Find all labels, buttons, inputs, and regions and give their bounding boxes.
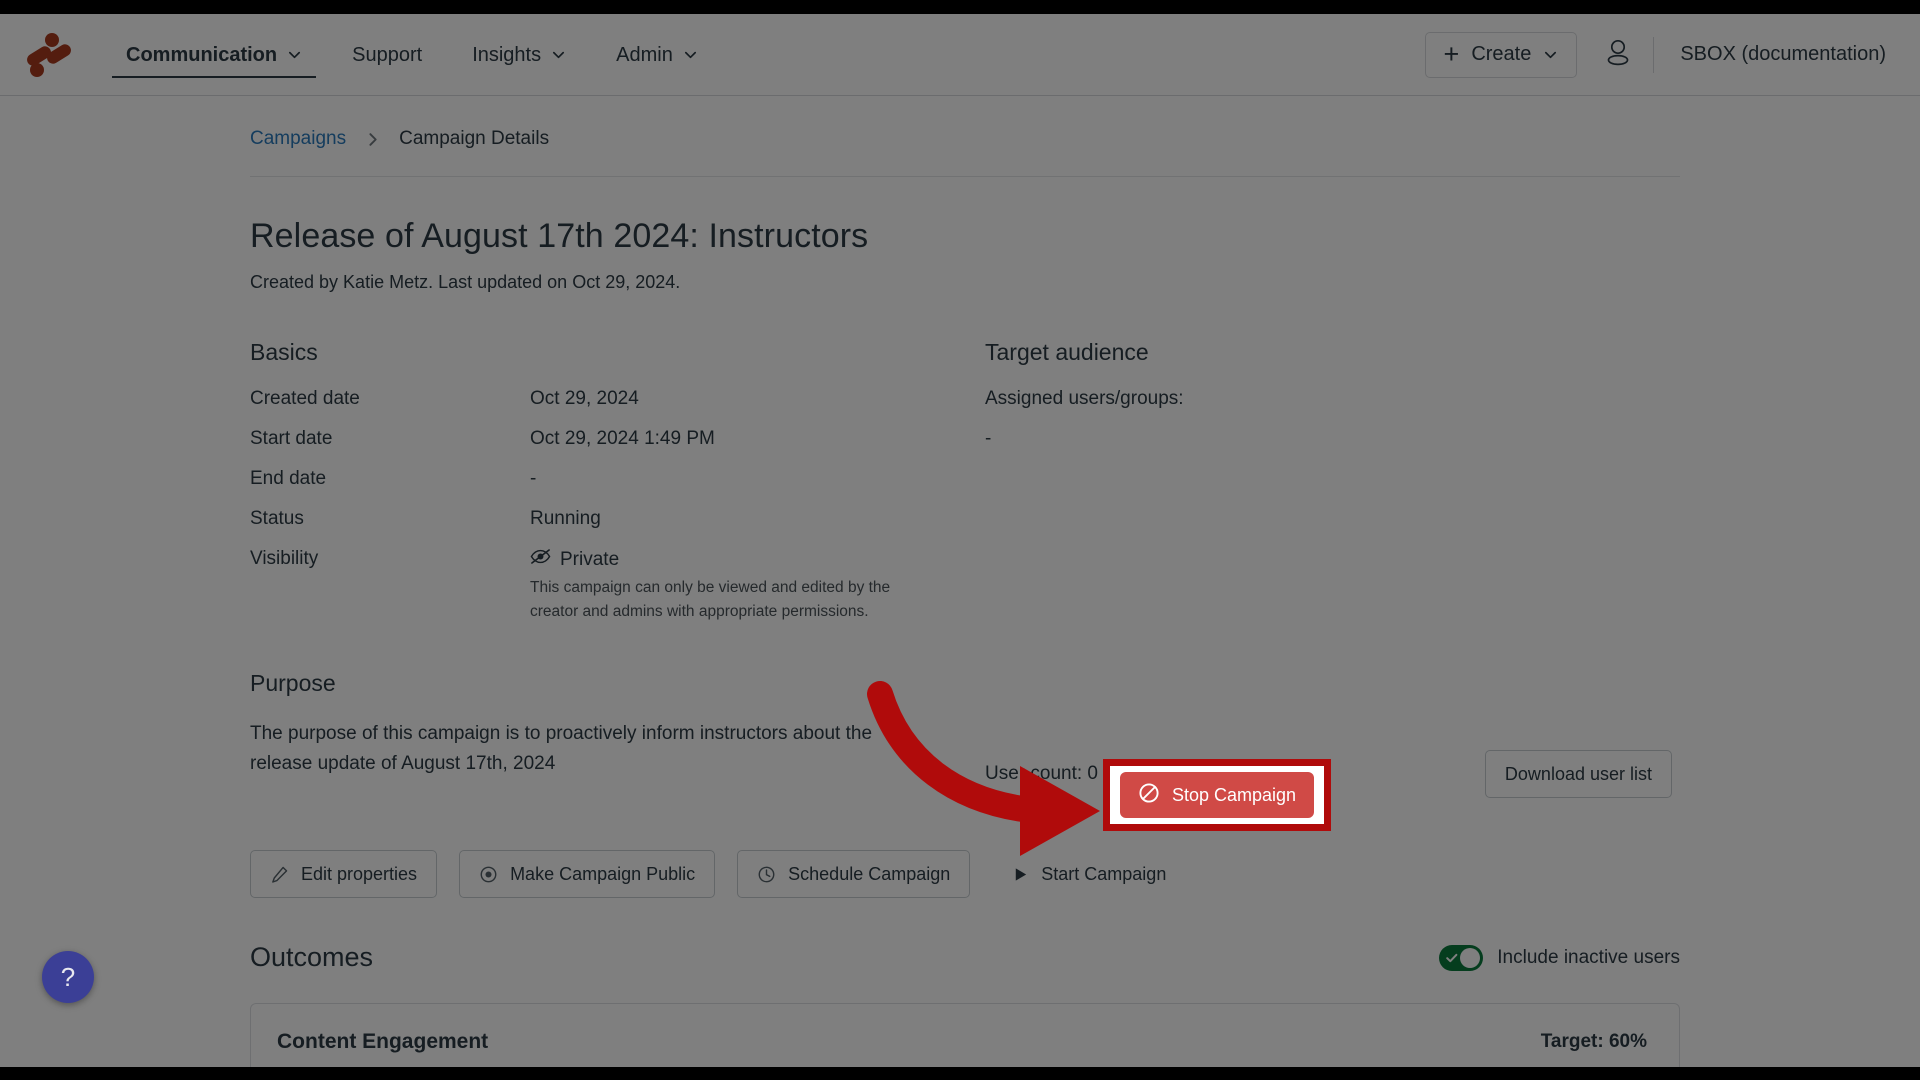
account-avatar-icon[interactable] bbox=[1605, 38, 1631, 71]
question-mark-icon: ? bbox=[60, 961, 76, 992]
make-campaign-public-button[interactable]: Make Campaign Public bbox=[459, 850, 716, 898]
nav-item-admin[interactable]: Admin bbox=[602, 14, 712, 96]
include-inactive-users-toggle[interactable] bbox=[1439, 944, 1484, 971]
start-campaign-button[interactable]: Start Campaign bbox=[992, 850, 1186, 898]
purpose-section: Purpose The purpose of this campaign is … bbox=[250, 670, 985, 779]
basics-row-end-date: End date - bbox=[250, 468, 985, 490]
content-engagement-target: Target: 60% bbox=[1540, 1031, 1647, 1052]
nav-item-communication-label: Communication bbox=[126, 43, 278, 66]
content-engagement-card: Content Engagement Target: 60% % Message… bbox=[250, 1003, 1680, 1067]
nav-item-insights-label: Insights bbox=[472, 43, 542, 66]
no-entry-icon bbox=[1138, 782, 1160, 809]
assigned-users-row: Assigned users/groups: bbox=[985, 388, 1680, 410]
breadcrumb: Campaigns Campaign Details bbox=[250, 96, 1680, 176]
navbar-right: + Create SBOX (documentation) bbox=[1424, 31, 1886, 78]
basics-row-start-date: Start date Oct 29, 2024 1:49 PM bbox=[250, 428, 985, 450]
breadcrumb-current: Campaign Details bbox=[399, 128, 550, 149]
help-button[interactable]: ? bbox=[42, 951, 94, 1003]
content-engagement-title: Content Engagement bbox=[277, 1030, 489, 1053]
nav-item-support[interactable]: Support bbox=[338, 14, 436, 96]
content-engagement-card-header: Content Engagement Target: 60% bbox=[277, 1030, 1647, 1054]
basics-label: Start date bbox=[250, 428, 333, 449]
target-audience-heading: Target audience bbox=[985, 339, 1149, 365]
breadcrumb-campaigns-link[interactable]: Campaigns bbox=[250, 128, 346, 150]
account-name: SBOX (documentation) bbox=[1680, 43, 1886, 65]
app-logo[interactable] bbox=[22, 32, 76, 78]
make-campaign-public-label: Make Campaign Public bbox=[510, 863, 696, 884]
chevron-down-icon bbox=[683, 47, 698, 62]
app-page: Communication Support Insights Admin + C… bbox=[0, 14, 1920, 1067]
schedule-campaign-label: Schedule Campaign bbox=[788, 863, 951, 884]
outcomes-header-row: Outcomes Include inactive users bbox=[250, 942, 1680, 973]
basics-value: Running bbox=[530, 508, 601, 529]
details-columns: Basics Created date Oct 29, 2024 Start d… bbox=[250, 339, 1680, 798]
chevron-down-icon bbox=[287, 47, 302, 62]
purpose-heading: Purpose bbox=[250, 670, 336, 697]
include-inactive-users-label: Include inactive users bbox=[1497, 946, 1680, 968]
include-inactive-users-toggle-group[interactable]: Include inactive users bbox=[1439, 944, 1680, 971]
check-icon bbox=[1445, 951, 1459, 970]
user-count-row: User count: 0 (Includes inactive users) … bbox=[985, 750, 1680, 798]
edit-properties-label: Edit properties bbox=[301, 863, 418, 884]
stop-campaign-highlight: Stop Campaign bbox=[1103, 759, 1331, 831]
stop-campaign-button[interactable]: Stop Campaign bbox=[1119, 772, 1315, 818]
basics-value: Oct 29, 2024 1:49 PM bbox=[530, 428, 715, 449]
basics-row-visibility: Visibility Private This campaign can onl… bbox=[250, 548, 985, 624]
visibility-note: This campaign can only be viewed and edi… bbox=[530, 579, 891, 621]
plus-icon: + bbox=[1443, 39, 1460, 69]
download-user-list-button[interactable]: Download user list bbox=[1484, 750, 1672, 798]
visibility-value: Private bbox=[560, 548, 620, 570]
content-inner: Campaigns Campaign Details Release of Au… bbox=[250, 96, 1680, 1067]
basics-row-created-date: Created date Oct 29, 2024 bbox=[250, 388, 985, 410]
breadcrumb-divider bbox=[250, 176, 1680, 177]
play-icon bbox=[1012, 866, 1029, 883]
chevron-down-icon bbox=[551, 47, 566, 62]
chevron-down-icon bbox=[1543, 47, 1558, 62]
pencil-icon bbox=[270, 865, 289, 884]
basics-section: Basics Created date Oct 29, 2024 Start d… bbox=[250, 339, 985, 798]
basics-value: Oct 29, 2024 bbox=[530, 388, 639, 409]
visibility-label: Visibility bbox=[250, 548, 319, 569]
assigned-users-label: Assigned users/groups: bbox=[985, 388, 1184, 409]
user-count-block: User count: 0 (Includes inactive users) … bbox=[985, 750, 1680, 798]
create-button-label: Create bbox=[1471, 43, 1532, 65]
basics-value: - bbox=[530, 468, 537, 489]
nav-item-communication[interactable]: Communication bbox=[112, 14, 317, 96]
edit-properties-button[interactable]: Edit properties bbox=[250, 850, 438, 898]
target-audience-section: Target audience Assigned users/groups: -… bbox=[985, 339, 1680, 798]
clock-icon bbox=[757, 865, 776, 884]
nav-item-insights[interactable]: Insights bbox=[458, 14, 580, 96]
toggle-knob bbox=[1460, 947, 1481, 968]
top-navbar: Communication Support Insights Admin + C… bbox=[0, 14, 1920, 96]
basics-row-status: Status Running bbox=[250, 508, 985, 530]
create-button[interactable]: + Create bbox=[1424, 31, 1578, 78]
nav-item-support-label: Support bbox=[352, 43, 423, 66]
visibility-value-line: Private bbox=[530, 548, 940, 571]
eye-off-icon bbox=[530, 548, 551, 571]
start-campaign-label: Start Campaign bbox=[1041, 863, 1167, 884]
page-subtitle: Created by Katie Metz. Last updated on O… bbox=[250, 272, 681, 292]
basics-heading: Basics bbox=[250, 339, 318, 365]
navbar-divider bbox=[1653, 36, 1655, 73]
page-title: Release of August 17th 2024: Instructors bbox=[250, 217, 869, 255]
page-content: Campaigns Campaign Details Release of Au… bbox=[0, 96, 1920, 1067]
assigned-users-value-row: - bbox=[985, 428, 1680, 450]
basics-label: Created date bbox=[250, 388, 360, 409]
app-logo-icon bbox=[27, 32, 71, 77]
basics-label: End date bbox=[250, 468, 327, 489]
nav-links: Communication Support Insights Admin bbox=[112, 14, 734, 96]
purpose-text: The purpose of this campaign is to proac… bbox=[250, 723, 873, 775]
assigned-users-value: - bbox=[985, 428, 992, 449]
schedule-campaign-button[interactable]: Schedule Campaign bbox=[737, 850, 971, 898]
screen-root: Communication Support Insights Admin + C… bbox=[0, 0, 1920, 1080]
eye-icon bbox=[479, 865, 498, 884]
campaign-action-buttons: Edit properties Make Campaign Public Sch… bbox=[250, 850, 1680, 898]
outcomes-heading: Outcomes bbox=[250, 942, 374, 972]
chevron-right-icon bbox=[364, 131, 381, 148]
nav-item-admin-label: Admin bbox=[616, 43, 673, 66]
stop-campaign-label: Stop Campaign bbox=[1171, 784, 1297, 805]
basics-label: Status bbox=[250, 508, 304, 529]
visibility-value-group: Private This campaign can only be viewed… bbox=[530, 548, 940, 624]
